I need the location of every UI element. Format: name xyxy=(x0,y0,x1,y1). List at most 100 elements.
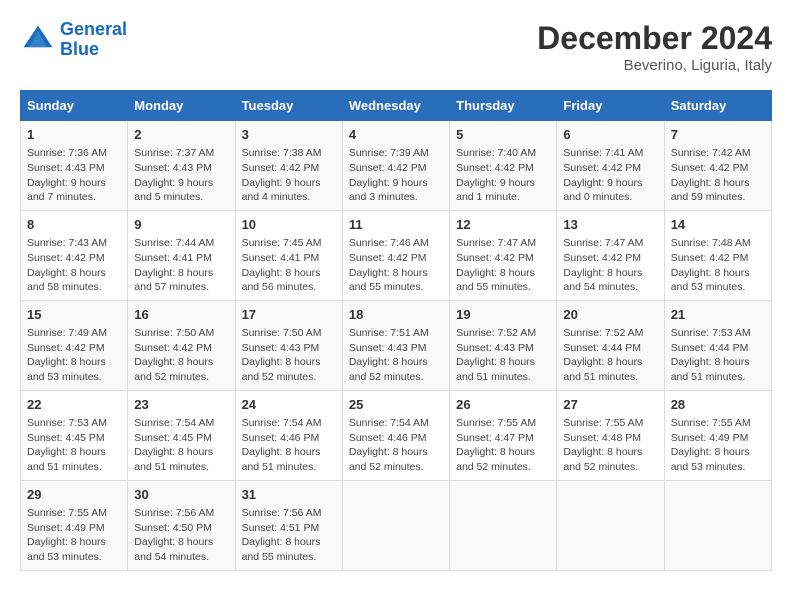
calendar-cell xyxy=(450,480,557,570)
calendar-cell: 20 Sunrise: 7:52 AM Sunset: 4:44 PM Dayli… xyxy=(557,300,664,390)
day-info: Sunrise: 7:48 AM Sunset: 4:42 PM Dayligh… xyxy=(671,236,765,295)
day-info: Sunrise: 7:49 AM Sunset: 4:42 PM Dayligh… xyxy=(27,326,121,385)
day-info: Sunrise: 7:54 AM Sunset: 4:45 PM Dayligh… xyxy=(134,416,228,475)
calendar-cell: 14 Sunrise: 7:48 AM Sunset: 4:42 PM Dayli… xyxy=(664,210,771,300)
day-info: Sunrise: 7:55 AM Sunset: 4:48 PM Dayligh… xyxy=(563,416,657,475)
day-number: 2 xyxy=(134,126,228,144)
day-number: 24 xyxy=(242,396,336,414)
day-number: 4 xyxy=(349,126,443,144)
day-number: 31 xyxy=(242,486,336,504)
calendar-cell: 18 Sunrise: 7:51 AM Sunset: 4:43 PM Dayli… xyxy=(342,300,449,390)
day-number: 27 xyxy=(563,396,657,414)
calendar-cell: 23 Sunrise: 7:54 AM Sunset: 4:45 PM Dayli… xyxy=(128,390,235,480)
day-number: 9 xyxy=(134,216,228,234)
calendar-cell: 17 Sunrise: 7:50 AM Sunset: 4:43 PM Dayli… xyxy=(235,300,342,390)
calendar-cell: 7Sunrise: 7:42 AM Sunset: 4:42 PM Daylig… xyxy=(664,121,771,211)
logo-text: GeneralBlue xyxy=(60,20,127,60)
calendar-cell: 1 Sunrise: 7:36 AM Sunset: 4:43 PM Daylig… xyxy=(21,121,128,211)
day-info: Sunrise: 7:43 AM Sunset: 4:42 PM Dayligh… xyxy=(27,236,121,295)
day-number: 16 xyxy=(134,306,228,324)
day-number: 21 xyxy=(671,306,765,324)
day-info: Sunrise: 7:40 AM Sunset: 4:42 PM Dayligh… xyxy=(456,146,550,205)
weekday-header-thursday: Thursday xyxy=(450,91,557,121)
weekday-header-saturday: Saturday xyxy=(664,91,771,121)
calendar-table: SundayMondayTuesdayWednesdayThursdayFrid… xyxy=(20,90,772,571)
day-number: 29 xyxy=(27,486,121,504)
calendar-cell: 19 Sunrise: 7:52 AM Sunset: 4:43 PM Dayli… xyxy=(450,300,557,390)
calendar-cell: 6 Sunrise: 7:41 AM Sunset: 4:42 PM Daylig… xyxy=(557,121,664,211)
day-info: Sunrise: 7:53 AM Sunset: 4:44 PM Dayligh… xyxy=(671,326,765,385)
location-subtitle: Beverino, Liguria, Italy xyxy=(537,57,772,74)
calendar-cell: 30 Sunrise: 7:56 AM Sunset: 4:50 PM Dayli… xyxy=(128,480,235,570)
logo: GeneralBlue xyxy=(20,20,127,60)
calendar-cell: 8 Sunrise: 7:43 AM Sunset: 4:42 PM Daylig… xyxy=(21,210,128,300)
day-number: 19 xyxy=(456,306,550,324)
day-number: 11 xyxy=(349,216,443,234)
calendar-cell: 15 Sunrise: 7:49 AM Sunset: 4:42 PM Dayli… xyxy=(21,300,128,390)
weekday-header-sunday: Sunday xyxy=(21,91,128,121)
weekday-header-wednesday: Wednesday xyxy=(342,91,449,121)
day-number: 18 xyxy=(349,306,443,324)
day-info: Sunrise: 7:55 AM Sunset: 4:47 PM Dayligh… xyxy=(456,416,550,475)
calendar-cell: 31 Sunrise: 7:56 AM Sunset: 4:51 PM Dayli… xyxy=(235,480,342,570)
day-info: Sunrise: 7:56 AM Sunset: 4:51 PM Dayligh… xyxy=(242,506,336,565)
day-info: Sunrise: 7:53 AM Sunset: 4:45 PM Dayligh… xyxy=(27,416,121,475)
day-info: Sunrise: 7:54 AM Sunset: 4:46 PM Dayligh… xyxy=(242,416,336,475)
calendar-cell xyxy=(342,480,449,570)
calendar-cell: 3Sunrise: 7:38 AM Sunset: 4:42 PM Daylig… xyxy=(235,121,342,211)
calendar-cell xyxy=(664,480,771,570)
day-number: 5 xyxy=(456,126,550,144)
day-info: Sunrise: 7:39 AM Sunset: 4:42 PM Dayligh… xyxy=(349,146,443,205)
day-info: Sunrise: 7:50 AM Sunset: 4:43 PM Dayligh… xyxy=(242,326,336,385)
day-info: Sunrise: 7:52 AM Sunset: 4:43 PM Dayligh… xyxy=(456,326,550,385)
day-number: 26 xyxy=(456,396,550,414)
calendar-cell: 5 Sunrise: 7:40 AM Sunset: 4:42 PM Daylig… xyxy=(450,121,557,211)
day-number: 15 xyxy=(27,306,121,324)
calendar-cell: 26 Sunrise: 7:55 AM Sunset: 4:47 PM Dayli… xyxy=(450,390,557,480)
day-info: Sunrise: 7:41 AM Sunset: 4:42 PM Dayligh… xyxy=(563,146,657,205)
day-info: Sunrise: 7:37 AM Sunset: 4:43 PM Dayligh… xyxy=(134,146,228,205)
calendar-cell: 29Sunrise: 7:55 AM Sunset: 4:49 PM Dayli… xyxy=(21,480,128,570)
day-number: 20 xyxy=(563,306,657,324)
calendar-cell: 16 Sunrise: 7:50 AM Sunset: 4:42 PM Dayli… xyxy=(128,300,235,390)
calendar-cell: 4 Sunrise: 7:39 AM Sunset: 4:42 PM Daylig… xyxy=(342,121,449,211)
month-title: December 2024 xyxy=(537,20,772,57)
calendar-cell: 13 Sunrise: 7:47 AM Sunset: 4:42 PM Dayli… xyxy=(557,210,664,300)
day-info: Sunrise: 7:51 AM Sunset: 4:43 PM Dayligh… xyxy=(349,326,443,385)
day-info: Sunrise: 7:55 AM Sunset: 4:49 PM Dayligh… xyxy=(671,416,765,475)
day-number: 22 xyxy=(27,396,121,414)
weekday-header-friday: Friday xyxy=(557,91,664,121)
day-number: 23 xyxy=(134,396,228,414)
day-info: Sunrise: 7:44 AM Sunset: 4:41 PM Dayligh… xyxy=(134,236,228,295)
weekday-header-monday: Monday xyxy=(128,91,235,121)
day-info: Sunrise: 7:56 AM Sunset: 4:50 PM Dayligh… xyxy=(134,506,228,565)
calendar-cell: 21 Sunrise: 7:53 AM Sunset: 4:44 PM Dayli… xyxy=(664,300,771,390)
day-number: 14 xyxy=(671,216,765,234)
day-number: 10 xyxy=(242,216,336,234)
calendar-cell: 9 Sunrise: 7:44 AM Sunset: 4:41 PM Daylig… xyxy=(128,210,235,300)
calendar-cell: 10 Sunrise: 7:45 AM Sunset: 4:41 PM Dayli… xyxy=(235,210,342,300)
day-number: 1 xyxy=(27,126,121,144)
day-number: 13 xyxy=(563,216,657,234)
weekday-header-tuesday: Tuesday xyxy=(235,91,342,121)
calendar-cell: 28Sunrise: 7:55 AM Sunset: 4:49 PM Dayli… xyxy=(664,390,771,480)
day-number: 6 xyxy=(563,126,657,144)
calendar-cell: 24 Sunrise: 7:54 AM Sunset: 4:46 PM Dayli… xyxy=(235,390,342,480)
calendar-cell xyxy=(557,480,664,570)
day-info: Sunrise: 7:45 AM Sunset: 4:41 PM Dayligh… xyxy=(242,236,336,295)
calendar-cell: 27 Sunrise: 7:55 AM Sunset: 4:48 PM Dayli… xyxy=(557,390,664,480)
calendar-cell: 11 Sunrise: 7:46 AM Sunset: 4:42 PM Dayli… xyxy=(342,210,449,300)
day-info: Sunrise: 7:36 AM Sunset: 4:43 PM Dayligh… xyxy=(27,146,121,205)
calendar-cell: 12Sunrise: 7:47 AM Sunset: 4:42 PM Dayli… xyxy=(450,210,557,300)
day-info: Sunrise: 7:50 AM Sunset: 4:42 PM Dayligh… xyxy=(134,326,228,385)
day-info: Sunrise: 7:46 AM Sunset: 4:42 PM Dayligh… xyxy=(349,236,443,295)
day-info: Sunrise: 7:47 AM Sunset: 4:42 PM Dayligh… xyxy=(563,236,657,295)
day-info: Sunrise: 7:52 AM Sunset: 4:44 PM Dayligh… xyxy=(563,326,657,385)
day-number: 30 xyxy=(134,486,228,504)
title-block: December 2024 Beverino, Liguria, Italy xyxy=(537,20,772,74)
day-number: 17 xyxy=(242,306,336,324)
day-number: 25 xyxy=(349,396,443,414)
day-number: 8 xyxy=(27,216,121,234)
calendar-cell: 25 Sunrise: 7:54 AM Sunset: 4:46 PM Dayli… xyxy=(342,390,449,480)
day-info: Sunrise: 7:54 AM Sunset: 4:46 PM Dayligh… xyxy=(349,416,443,475)
